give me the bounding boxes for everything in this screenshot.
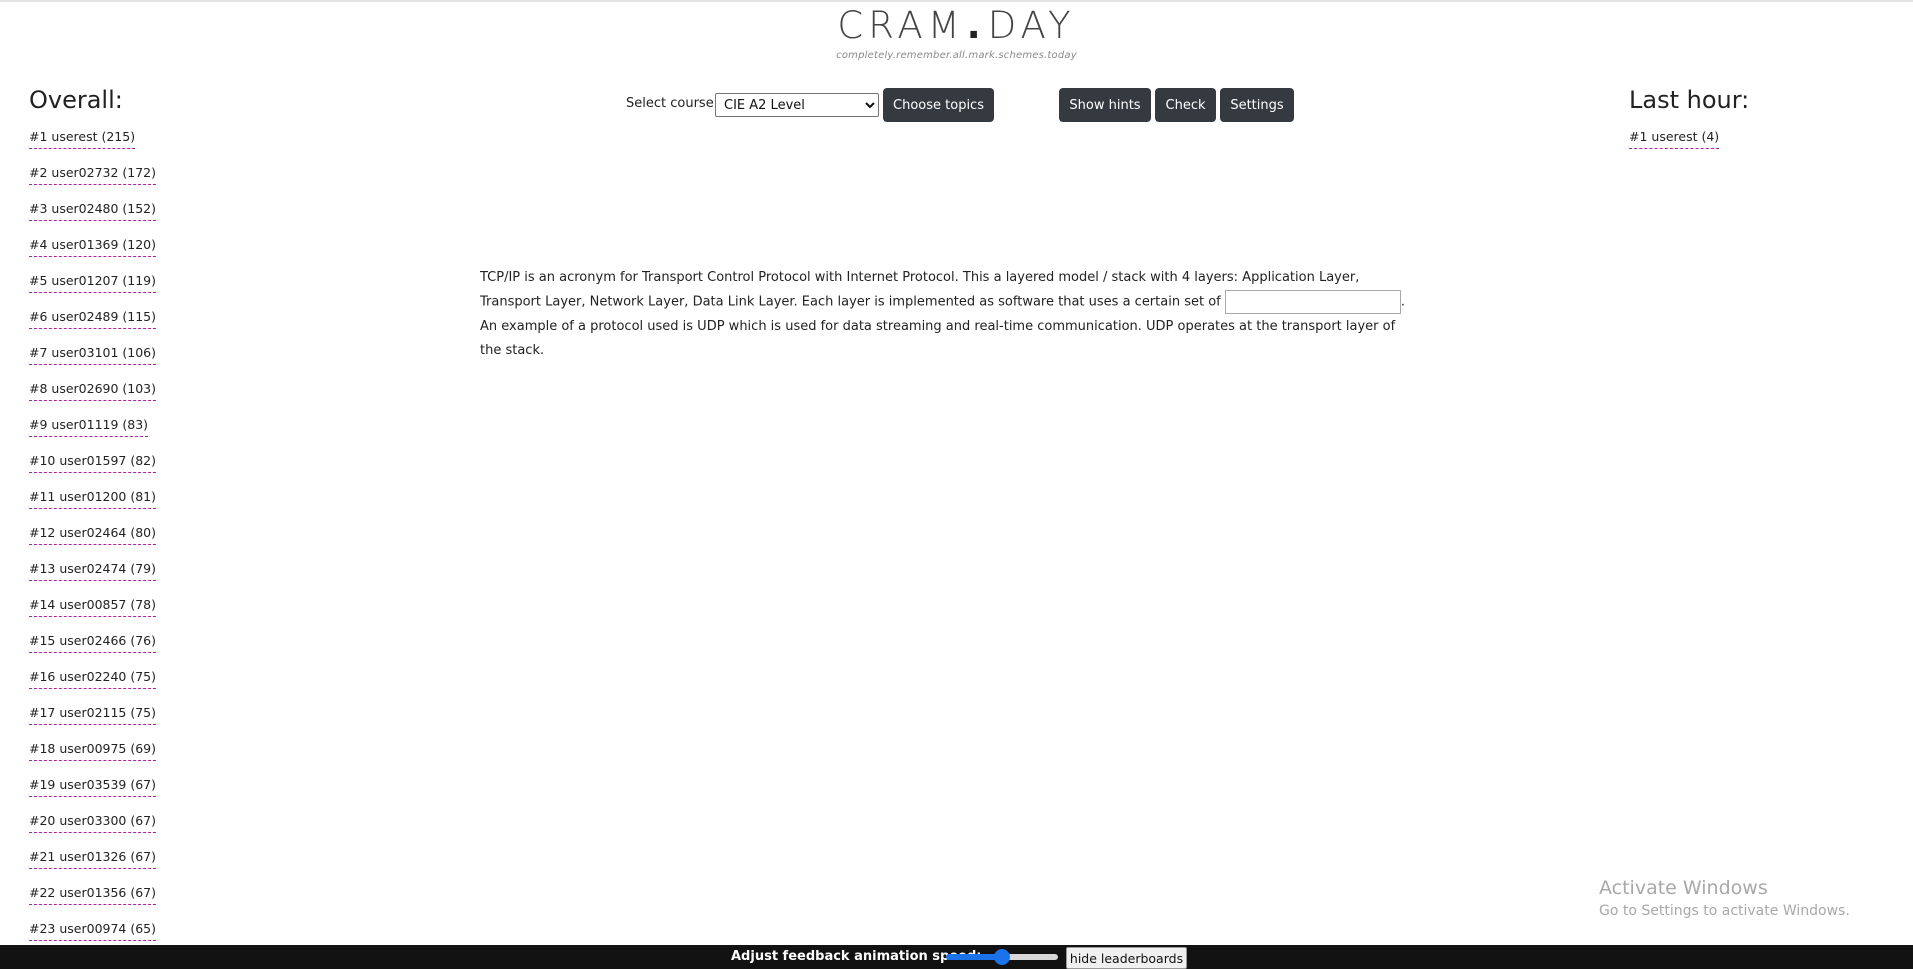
answer-blank-input[interactable]: [1224, 290, 1401, 314]
logo-dot: .: [966, 4, 986, 47]
overall-leaderboard-row: #9 user01119 (83): [29, 414, 156, 450]
check-button[interactable]: Check: [1155, 88, 1216, 122]
overall-leaderboard-row: #2 user02732 (172): [29, 162, 157, 198]
overall-leaderboard-row: #14 user00857 (78): [29, 594, 157, 630]
overall-leaderboard-entry[interactable]: #17 user02115 (75): [29, 705, 157, 725]
settings-button[interactable]: Settings: [1220, 88, 1294, 122]
overall-leaderboard-entry[interactable]: #5 user01207 (119): [29, 273, 157, 293]
last-hour-leaderboard: #1 userest (4): [1629, 126, 1720, 162]
overall-leaderboard-entry[interactable]: #18 user00975 (69): [29, 741, 157, 761]
overall-leaderboard-row: #15 user02466 (76): [29, 630, 157, 666]
overall-leaderboard: #1 userest (215) #2 user02732 (172) #3 use…: [29, 126, 157, 954]
overall-leaderboard-entry[interactable]: #13 user02474 (79): [29, 561, 157, 581]
overall-leaderboard-row: #7 user03101 (106): [29, 342, 157, 378]
overall-leaderboard-entry[interactable]: #3 user02480 (152): [29, 201, 157, 221]
site-logo[interactable]: CRAM.DAY: [0, 4, 1913, 48]
logo-word-day: DAY: [987, 4, 1076, 47]
overall-leaderboard-entry[interactable]: #19 user03539 (67): [29, 777, 157, 797]
overall-leaderboard-entry[interactable]: #9 user01119 (83): [29, 417, 149, 437]
overall-leaderboard-row: #19 user03539 (67): [29, 774, 157, 810]
show-hints-button[interactable]: Show hints: [1059, 88, 1151, 122]
site-tagline: completely.remember.all.mark.schemes.tod…: [836, 50, 1077, 61]
bottom-bar: Adjust feedback animation speed: hide le…: [0, 945, 1913, 969]
overall-leaderboard-entry[interactable]: #14 user00857 (78): [29, 597, 157, 617]
overall-leaderboard-entry[interactable]: #10 user01597 (82): [29, 453, 157, 473]
logo-word-cram: CRAM: [837, 4, 965, 47]
overall-leaderboard-entry[interactable]: #11 user01200 (81): [29, 489, 157, 509]
overall-leaderboard-entry[interactable]: #6 user02489 (115): [29, 309, 157, 329]
overall-leaderboard-row: #17 user02115 (75): [29, 702, 157, 738]
hide-leaderboards-button[interactable]: hide leaderboards: [1066, 947, 1187, 969]
last-hour-leaderboard-entry[interactable]: #1 userest (4): [1629, 129, 1720, 149]
overall-leaderboard-row: #10 user01597 (82): [29, 450, 157, 486]
animation-speed-label: Adjust feedback animation speed:: [731, 949, 982, 964]
last-hour-leaderboard-row: #1 userest (4): [1629, 126, 1720, 162]
overall-leaderboard-row: #12 user02464 (80): [29, 522, 157, 558]
last-hour-leaderboard-title: Last hour:: [1629, 86, 1750, 114]
overall-leaderboard-row: #20 user03300 (67): [29, 810, 157, 846]
overall-leaderboard-entry[interactable]: #20 user03300 (67): [29, 813, 157, 833]
overall-leaderboard-row: #16 user02240 (75): [29, 666, 157, 702]
activate-windows-subtitle: Go to Settings to activate Windows.: [1599, 903, 1850, 919]
course-select[interactable]: CIE A2 Level: [715, 93, 879, 117]
animation-speed-slider[interactable]: [946, 949, 1058, 965]
overall-leaderboard-entry[interactable]: #8 user02690 (103): [29, 381, 157, 401]
overall-leaderboard-title: Overall:: [29, 86, 123, 114]
overall-leaderboard-row: #22 user01356 (67): [29, 882, 157, 918]
overall-leaderboard-row: #21 user01326 (67): [29, 846, 157, 882]
select-course-label: Select course:: [626, 96, 719, 111]
overall-leaderboard-entry[interactable]: #16 user02240 (75): [29, 669, 157, 689]
overall-leaderboard-row: #11 user01200 (81): [29, 486, 157, 522]
activate-windows-title: Activate Windows: [1599, 877, 1768, 899]
choose-topics-button[interactable]: Choose topics: [883, 88, 994, 122]
overall-leaderboard-row: #8 user02690 (103): [29, 378, 157, 414]
overall-leaderboard-entry[interactable]: #7 user03101 (106): [29, 345, 157, 365]
overall-leaderboard-entry[interactable]: #15 user02466 (76): [29, 633, 157, 653]
overall-leaderboard-entry[interactable]: #2 user02732 (172): [29, 165, 157, 185]
overall-leaderboard-entry[interactable]: #23 user00974 (65): [29, 921, 157, 941]
overall-leaderboard-row: #13 user02474 (79): [29, 558, 157, 594]
overall-leaderboard-entry[interactable]: #1 userest (215): [29, 129, 136, 149]
top-border: [0, 0, 1913, 2]
overall-leaderboard-row: #4 user01369 (120): [29, 234, 157, 270]
overall-leaderboard-entry[interactable]: #22 user01356 (67): [29, 885, 157, 905]
overall-leaderboard-entry[interactable]: #4 user01369 (120): [29, 237, 157, 257]
overall-leaderboard-row: #1 userest (215): [29, 126, 156, 162]
slider-thumb[interactable]: [994, 949, 1010, 965]
overall-leaderboard-row: #18 user00975 (69): [29, 738, 157, 774]
overall-leaderboard-row: #6 user02489 (115): [29, 306, 157, 342]
overall-leaderboard-row: #3 user02480 (152): [29, 198, 157, 234]
overall-leaderboard-entry[interactable]: #12 user02464 (80): [29, 525, 157, 545]
overall-leaderboard-row: #5 user01207 (119): [29, 270, 157, 306]
question-text: TCP/IP is an acronym for Transport Contr…: [480, 266, 1420, 363]
overall-leaderboard-entry[interactable]: #21 user01326 (67): [29, 849, 157, 869]
